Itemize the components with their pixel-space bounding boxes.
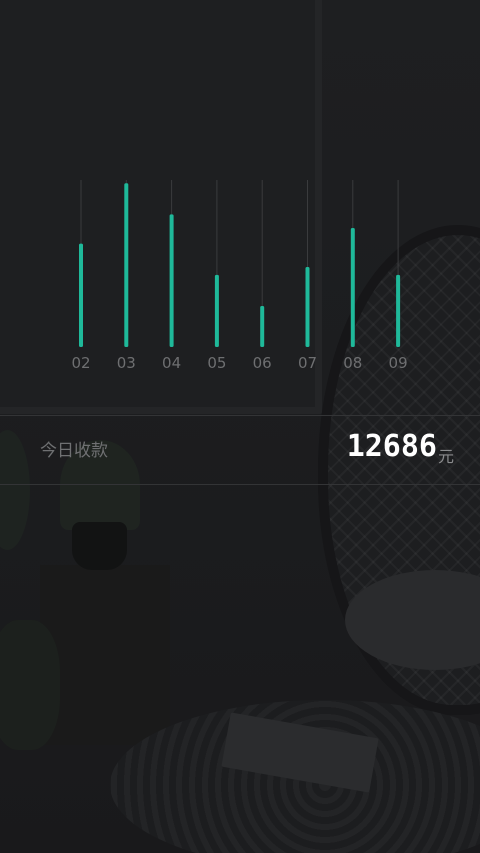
tick-label-05: 05 <box>207 354 226 372</box>
chart-canvas: 02 03 04 05 06 07 08 09 <box>71 180 408 372</box>
income-screen: 02 03 04 05 06 07 08 09 今日收款 12686 元 <box>0 0 480 853</box>
bar-04 <box>169 214 174 347</box>
daily-income-chart: 02 03 04 05 06 07 08 09 <box>0 0 480 400</box>
bar-02 <box>79 243 83 347</box>
background-plant <box>0 620 60 750</box>
tick-label-09: 09 <box>389 354 408 372</box>
bar-03 <box>124 183 129 347</box>
background-plant-pot <box>72 522 127 570</box>
tick-label-04: 04 <box>162 354 181 372</box>
bar-08 <box>350 228 355 347</box>
tick-label-02: 02 <box>71 354 90 372</box>
bar-09 <box>396 274 401 347</box>
today-income-row: 今日收款 12686 元 <box>0 416 480 484</box>
bar-06 <box>260 306 265 347</box>
bar-07 <box>305 267 310 347</box>
tick-label-08: 08 <box>343 354 362 372</box>
currency-unit: 元 <box>437 447 454 466</box>
bar-05 <box>214 274 219 347</box>
today-income-amount: 12686 <box>346 429 437 464</box>
background-plant-stand <box>40 565 170 745</box>
today-income-label: 今日收款 <box>40 441 108 461</box>
divider-bottom <box>0 484 480 485</box>
tick-label-07: 07 <box>298 354 317 372</box>
tick-label-03: 03 <box>117 354 136 372</box>
tick-label-06: 06 <box>253 354 272 372</box>
